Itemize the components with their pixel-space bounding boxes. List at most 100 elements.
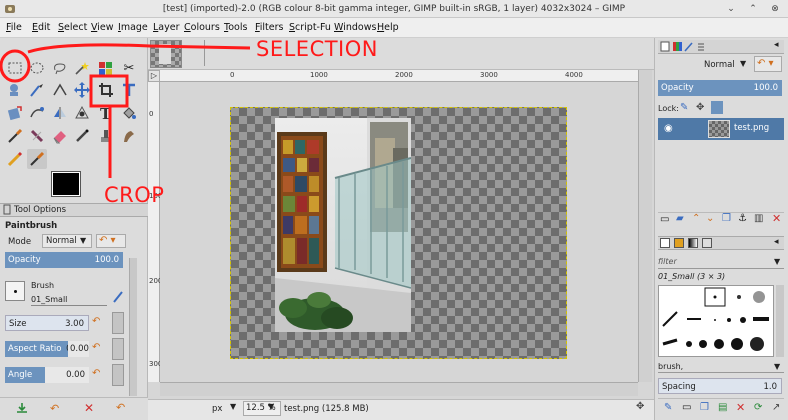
brushes-tab-icon[interactable] <box>660 238 670 248</box>
lock-position-icon[interactable]: ✥ <box>696 102 704 113</box>
brush-preview[interactable] <box>5 281 25 301</box>
horizontal-scrollbar[interactable] <box>160 382 638 396</box>
vertical-scrollbar[interactable] <box>638 70 652 382</box>
new-brush-icon[interactable]: ▭ <box>682 402 691 413</box>
unit-select[interactable]: px <box>212 402 222 416</box>
minimize-button[interactable]: ⌄ <box>724 2 738 16</box>
new-layer-icon[interactable]: ▭ <box>660 214 669 225</box>
warp-transform-icon[interactable] <box>27 103 47 123</box>
duplicate-layer-icon[interactable]: ❐ <box>722 213 731 224</box>
zoom-select[interactable]: 12.5 % <box>243 401 281 416</box>
menu-filters[interactable]: Filters <box>255 18 284 38</box>
brush-grid[interactable] <box>658 285 774 357</box>
channels-tab-icon[interactable] <box>672 41 682 52</box>
cage-transform-icon[interactable] <box>72 103 92 123</box>
menu-colours[interactable]: Colours <box>184 18 220 38</box>
measure-icon[interactable] <box>50 80 70 100</box>
active-paintbrush-icon[interactable] <box>27 149 47 169</box>
reset-aspect-icon[interactable]: ↶ <box>92 342 100 353</box>
lower-layer-icon[interactable]: ⌄ <box>706 213 714 224</box>
text-tool-icon[interactable]: T <box>96 103 116 123</box>
pencil-icon[interactable] <box>5 149 25 169</box>
flip-icon[interactable] <box>50 103 70 123</box>
rect-select-icon[interactable] <box>5 58 25 78</box>
smudge-icon[interactable] <box>119 126 139 146</box>
menu-help[interactable]: Help <box>377 18 399 38</box>
reset-size-icon[interactable]: ↶ <box>92 316 100 327</box>
fuzzy-select-icon[interactable] <box>72 58 92 78</box>
layer-name[interactable]: test.png <box>734 123 769 133</box>
tool-options-scrollbar[interactable] <box>129 258 137 396</box>
delete-brush-icon[interactable]: ✕ <box>736 401 745 414</box>
brush-name-field[interactable]: 01_Small <box>31 294 107 306</box>
paintbrush-icon[interactable] <box>5 126 25 146</box>
align-icon[interactable] <box>119 80 139 100</box>
reset-angle-icon[interactable]: ↶ <box>92 368 100 379</box>
lasso-icon[interactable] <box>50 58 70 78</box>
brush-spacing-slider[interactable]: Spacing 1.0 <box>658 378 782 394</box>
menu-script-fu[interactable]: Script-Fu <box>289 18 331 38</box>
save-preset-icon[interactable] <box>16 402 28 414</box>
patterns-tab-icon[interactable] <box>674 238 684 248</box>
crop-tool-icon[interactable] <box>96 80 116 100</box>
fonts-tab-icon[interactable] <box>702 238 712 248</box>
layers-tab-icon[interactable] <box>660 41 670 52</box>
link-size-icon[interactable] <box>112 312 124 334</box>
lock-pixels-icon[interactable]: ✎ <box>680 102 688 113</box>
lock-alpha-icon[interactable] <box>711 101 723 114</box>
opacity-slider[interactable]: Opacity 100.0 <box>5 252 123 268</box>
link-angle-icon[interactable] <box>112 364 124 386</box>
menu-select[interactable]: Select <box>58 18 87 38</box>
anchor-layer-icon[interactable]: ⚓ <box>738 213 747 224</box>
tool-options-tab[interactable]: Tool Options <box>14 204 66 216</box>
menu-image[interactable]: Image <box>118 18 148 38</box>
undo-history-tab-icon[interactable] <box>696 41 706 52</box>
layer-mask-icon[interactable]: ▥ <box>754 213 763 224</box>
reset-mode-button[interactable]: ↶ ▾ <box>96 234 126 248</box>
paths-tab-icon[interactable] <box>684 41 694 52</box>
paths-icon[interactable] <box>27 80 47 100</box>
layer-opacity-slider[interactable]: Opacity 100.0 <box>658 80 782 96</box>
unified-transform-icon[interactable] <box>5 103 25 123</box>
angle-slider[interactable]: Angle <box>5 367 45 383</box>
open-brush-icon[interactable]: ↗ <box>772 402 780 413</box>
foreground-color-swatch[interactable] <box>51 171 81 197</box>
ellipse-select-icon[interactable] <box>27 58 47 78</box>
link-aspect-icon[interactable] <box>112 338 124 360</box>
brush-tag-input[interactable]: brush, <box>658 361 784 373</box>
menu-tools[interactable]: Tools <box>224 18 247 38</box>
layers-reset-mode-button[interactable]: ↶ ▾ <box>754 56 782 72</box>
eye-icon[interactable]: ◉ <box>664 123 673 134</box>
delete-preset-icon[interactable]: ✕ <box>84 401 94 415</box>
brushes-dock-menu-icon[interactable]: ◂ <box>774 237 779 247</box>
reset-all-icon[interactable]: ↶ <box>116 401 125 414</box>
clone-icon[interactable] <box>96 126 116 146</box>
ink-icon[interactable] <box>72 126 92 146</box>
menu-file[interactable]: File <box>6 18 22 38</box>
edit-brush-icon[interactable]: ✎ <box>664 402 672 413</box>
copy-brush-location-icon[interactable]: ▤ <box>718 402 727 413</box>
image-tab-thumbnail[interactable] <box>150 40 182 68</box>
eraser-icon[interactable] <box>50 126 70 146</box>
navigate-icon[interactable]: ✥ <box>636 401 644 412</box>
menu-layer[interactable]: Layer <box>153 18 180 38</box>
delete-layer-icon[interactable]: ✕ <box>772 212 781 225</box>
duplicate-brush-icon[interactable]: ❐ <box>700 402 709 413</box>
brush-grid-scrollbar[interactable] <box>776 285 784 357</box>
scissors-icon[interactable]: ✂ <box>119 58 139 78</box>
maximize-button[interactable]: ⌃ <box>746 2 760 16</box>
close-button[interactable]: ⊗ <box>768 2 782 16</box>
size-slider[interactable]: Size 3.00 <box>5 315 89 331</box>
refresh-brushes-icon[interactable]: ⟳ <box>754 402 762 413</box>
edit-brush-icon[interactable] <box>112 290 124 304</box>
quick-mask-corner[interactable]: ▷ <box>148 70 160 82</box>
raise-layer-icon[interactable]: ⌃ <box>692 213 700 224</box>
bucket-fill-icon[interactable] <box>119 103 139 123</box>
new-layer-group-icon[interactable]: ▰ <box>676 213 684 224</box>
move-icon[interactable] <box>72 80 92 100</box>
dock-menu-icon[interactable]: ◂ <box>774 40 779 50</box>
select-by-color-icon[interactable] <box>96 58 116 78</box>
gradients-tab-icon[interactable] <box>688 238 698 248</box>
foreground-select-icon[interactable] <box>5 80 25 100</box>
menu-windows[interactable]: Windows <box>334 18 376 38</box>
